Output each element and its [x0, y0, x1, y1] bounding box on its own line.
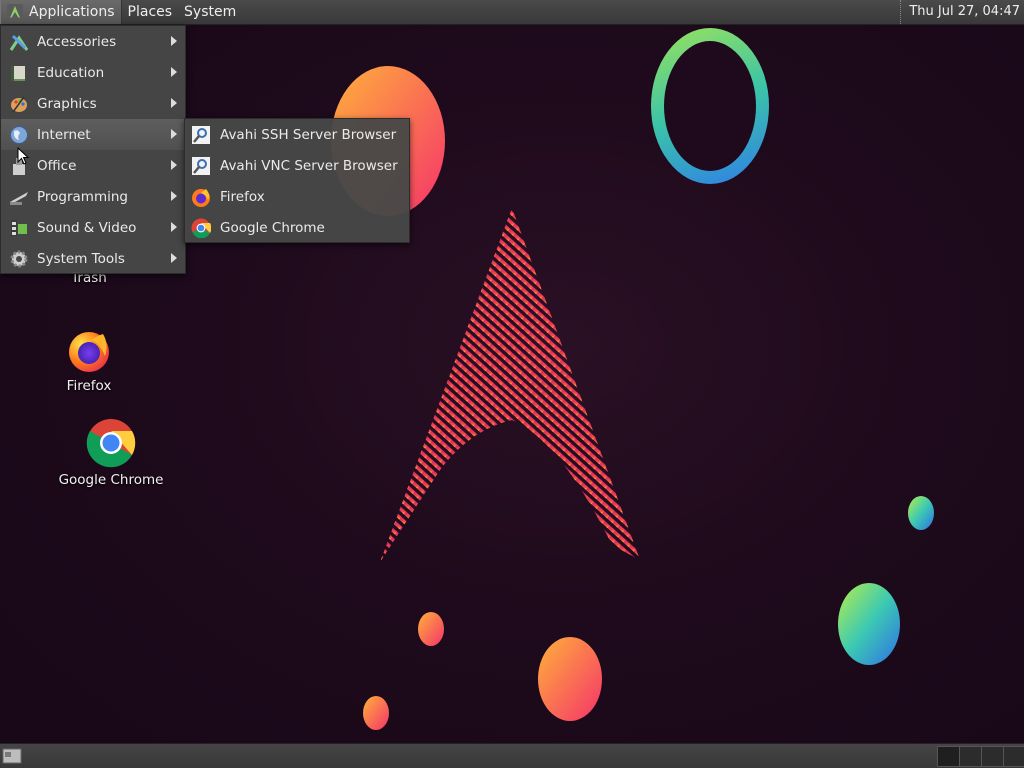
workspace-switcher-2[interactable]	[959, 746, 982, 767]
menu-item-sound-video[interactable]: Sound & Video	[1, 212, 185, 243]
firefox-icon	[192, 188, 210, 207]
wallpaper-bubble	[838, 583, 900, 665]
submenu-arrow-icon	[171, 160, 177, 170]
menu-item-label: Avahi VNC Server Browser	[220, 157, 398, 174]
workspace-switcher-3[interactable]	[981, 746, 1004, 767]
menu-item-system-tools[interactable]: System Tools	[1, 243, 185, 274]
workspace-switcher-1[interactable]	[937, 746, 960, 767]
menu-item-label: Sound & Video	[37, 219, 137, 236]
menu-item-avahi-vnc[interactable]: Avahi VNC Server Browser	[185, 150, 409, 181]
internet-submenu: Avahi SSH Server Browser Avahi VNC Serve…	[184, 118, 410, 243]
submenu-arrow-icon	[171, 129, 177, 139]
sound-video-icon	[11, 219, 27, 236]
internet-globe-icon	[10, 125, 28, 144]
arch-logo-icon	[7, 4, 23, 20]
firefox-icon	[69, 332, 109, 372]
menu-item-label: Internet	[37, 126, 91, 143]
menu-item-label: Google Chrome	[220, 219, 325, 236]
show-desktop-icon[interactable]	[2, 747, 22, 765]
submenu-arrow-icon	[171, 36, 177, 46]
menu-item-label: System Tools	[37, 250, 125, 267]
applications-menu-button[interactable]: Applications	[0, 0, 122, 24]
desktop-icon-chrome[interactable]: Google Chrome	[58, 418, 164, 488]
desktop-icon-label: Google Chrome	[58, 472, 164, 488]
education-icon	[11, 65, 25, 81]
applications-menu-label: Applications	[29, 4, 115, 20]
chrome-icon	[191, 218, 211, 238]
submenu-arrow-icon	[171, 67, 177, 77]
menu-item-firefox[interactable]: Firefox	[185, 181, 409, 212]
wallpaper-bubble	[908, 496, 934, 530]
wallpaper-bubble	[538, 637, 602, 721]
menu-item-avahi-ssh[interactable]: Avahi SSH Server Browser	[185, 119, 409, 150]
places-menu-button[interactable]: Places	[122, 0, 179, 24]
submenu-arrow-icon	[171, 222, 177, 232]
menu-item-label: Firefox	[220, 188, 265, 205]
clock[interactable]: Thu Jul 27, 04:47	[900, 0, 1020, 24]
bottom-panel	[0, 743, 1024, 768]
menu-item-label: Avahi SSH Server Browser	[220, 126, 397, 143]
menu-item-label: Accessories	[37, 33, 117, 50]
system-tools-gear-icon	[10, 250, 28, 267]
wallpaper-ring	[651, 28, 769, 184]
graphics-icon	[11, 96, 27, 112]
menu-item-label: Education	[37, 64, 105, 81]
menu-item-label: Programming	[37, 188, 128, 205]
arch-logo	[380, 208, 640, 562]
top-panel: Applications Places System Thu Jul 27, 0…	[0, 0, 1024, 25]
programming-icon	[10, 191, 28, 205]
menu-item-label: Graphics	[37, 95, 97, 112]
avahi-icon	[192, 156, 210, 175]
system-menu-button[interactable]: System	[178, 0, 242, 24]
places-menu-label: Places	[127, 4, 173, 20]
workspace-switcher-4[interactable]	[1003, 746, 1024, 767]
menu-item-internet[interactable]: Internet	[1, 119, 185, 150]
wallpaper-bubble	[418, 612, 444, 646]
menu-item-graphics[interactable]: Graphics	[1, 88, 185, 119]
accessories-icon	[9, 34, 29, 51]
menu-item-google-chrome[interactable]: Google Chrome	[185, 212, 409, 243]
submenu-arrow-icon	[171, 98, 177, 108]
menu-item-programming[interactable]: Programming	[1, 181, 185, 212]
desktop-icon-firefox[interactable]: Firefox	[57, 326, 121, 394]
mouse-cursor-icon	[17, 147, 29, 165]
system-menu-label: System	[184, 4, 237, 20]
submenu-arrow-icon	[171, 191, 177, 201]
chrome-icon	[86, 419, 136, 468]
menu-item-accessories[interactable]: Accessories	[1, 26, 185, 57]
desktop-icon-label: Firefox	[66, 378, 112, 394]
submenu-arrow-icon	[171, 253, 177, 263]
menu-item-education[interactable]: Education	[1, 57, 185, 88]
avahi-icon	[192, 125, 210, 144]
menu-item-label: Office	[37, 157, 77, 174]
wallpaper-bubble	[363, 696, 389, 730]
